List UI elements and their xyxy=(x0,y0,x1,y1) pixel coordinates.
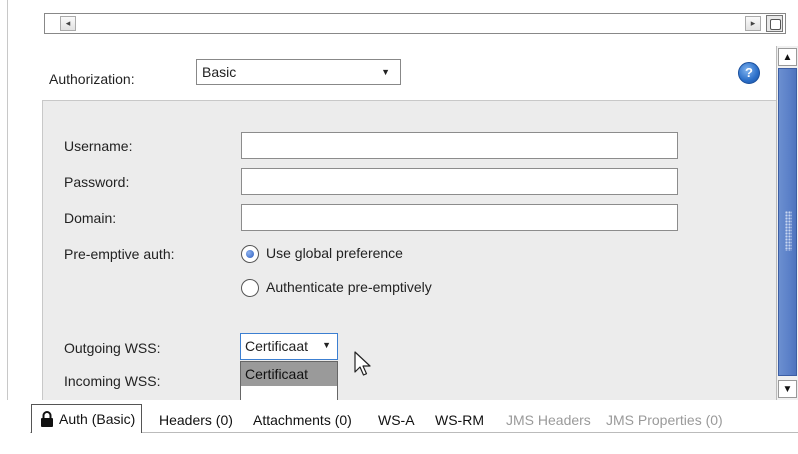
authorization-label: Authorization: xyxy=(49,71,135,87)
tab-auth[interactable]: Auth (Basic) xyxy=(31,404,143,433)
help-icon[interactable]: ? xyxy=(738,62,760,84)
outgoing-wss-select-value: Certificaat xyxy=(245,338,309,354)
outgoing-wss-select[interactable]: Certificaat ▼ xyxy=(240,333,338,360)
use-global-preference-radio[interactable] xyxy=(241,245,259,263)
outgoing-wss-label: Outgoing WSS: xyxy=(64,340,161,356)
left-divider xyxy=(7,0,8,400)
lock-icon xyxy=(41,410,53,427)
authorization-select[interactable]: Basic ▼ xyxy=(196,59,401,85)
resize-corner-icon[interactable] xyxy=(766,15,783,32)
preemptive-auth-label: Pre-emptive auth: xyxy=(64,246,175,262)
incoming-wss-label: Incoming WSS: xyxy=(64,373,161,389)
tab-auth-label: Auth (Basic) xyxy=(59,411,136,427)
username-label: Username: xyxy=(64,138,133,154)
authorization-select-value: Basic xyxy=(202,64,237,80)
tab-jms-properties: JMS Properties (0) xyxy=(606,412,723,428)
scroll-right-arrow-icon[interactable]: ▸ xyxy=(745,16,761,31)
scroll-left-arrow-icon[interactable]: ◂ xyxy=(60,16,76,31)
domain-label: Domain: xyxy=(64,210,117,226)
password-label: Password: xyxy=(64,174,130,190)
authenticate-preemptively-label[interactable]: Authenticate pre-emptively xyxy=(266,279,432,295)
tab-divider xyxy=(30,432,798,433)
use-global-preference-label[interactable]: Use global preference xyxy=(266,245,403,261)
tab-jms-headers: JMS Headers xyxy=(506,412,591,428)
scroll-up-arrow-icon[interactable]: ▲ xyxy=(778,48,797,66)
tab-attachments[interactable]: Attachments (0) xyxy=(253,409,352,431)
tab-headers[interactable]: Headers (0) xyxy=(159,409,233,431)
password-field[interactable] xyxy=(241,168,678,195)
dropdown-option[interactable]: Certificaat xyxy=(241,362,337,386)
authenticate-preemptively-radio[interactable] xyxy=(241,279,259,297)
mouse-cursor-icon xyxy=(354,351,371,376)
horizontal-scrollbar[interactable]: ◂ ▸ xyxy=(44,13,786,34)
domain-field[interactable] xyxy=(241,204,678,231)
scroll-down-arrow-icon[interactable]: ▼ xyxy=(778,380,797,398)
tab-ws-a[interactable]: WS-A xyxy=(378,409,415,431)
grip-icon xyxy=(785,211,792,251)
chevron-down-icon: ▼ xyxy=(322,340,331,350)
username-field[interactable] xyxy=(241,132,678,159)
chevron-down-icon: ▼ xyxy=(381,67,390,77)
tab-ws-rm[interactable]: WS-RM xyxy=(435,409,484,431)
vertical-scrollbar[interactable]: ▲ ▼ xyxy=(776,46,798,400)
auth-editor: ◂ ▸ Authorization: Basic ▼ ? ▲ ▼ Usernam… xyxy=(0,0,798,454)
scrollbar-thumb[interactable] xyxy=(778,68,797,376)
